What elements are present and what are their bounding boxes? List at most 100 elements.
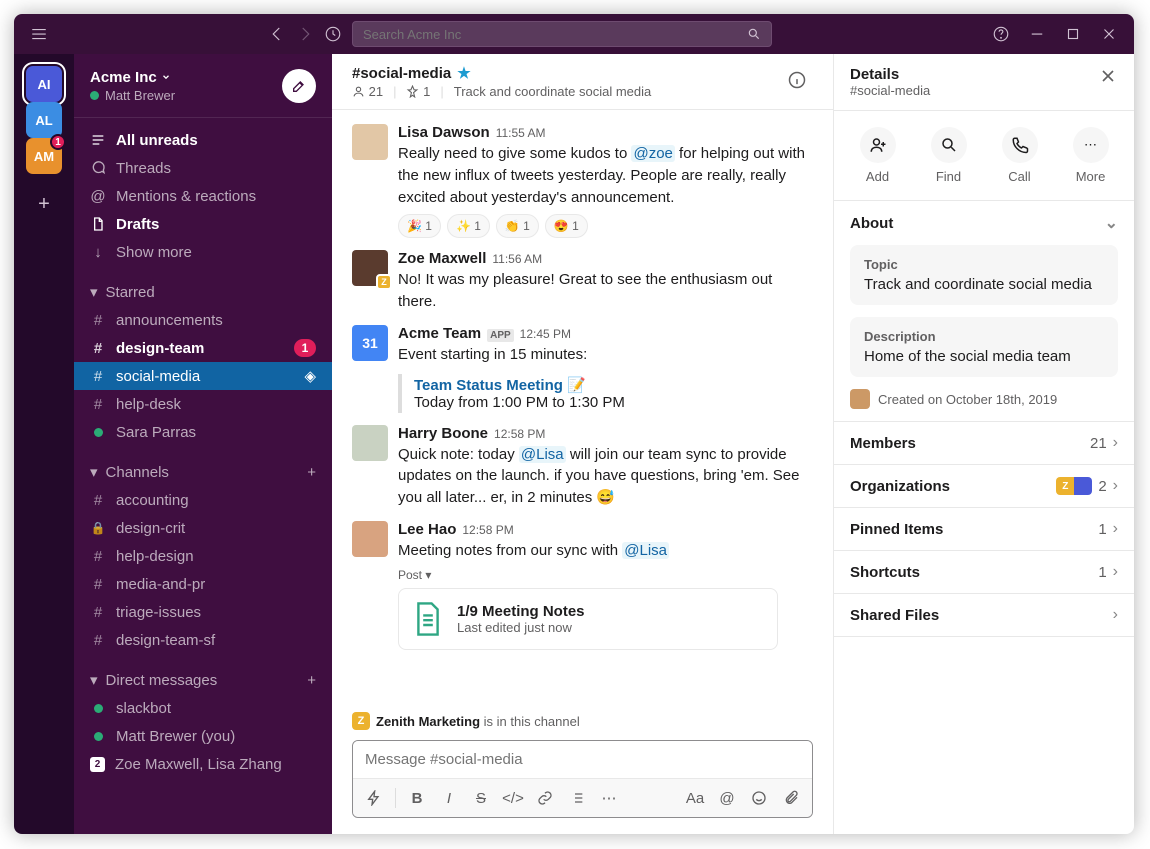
sidebar-item[interactable]: #triage-issues — [74, 598, 332, 626]
nav-drafts[interactable]: Drafts — [74, 210, 332, 238]
text-format-button[interactable]: Aa — [680, 783, 710, 813]
about-section-header[interactable]: About⌄ — [850, 213, 1118, 233]
add-workspace-button[interactable]: + — [26, 186, 62, 222]
message-author[interactable]: Harry Boone — [398, 425, 488, 442]
add-channel-button[interactable]: + — [307, 464, 316, 481]
chevron-right-icon: › — [1113, 477, 1118, 495]
shared-files-row[interactable]: Shared Files› — [850, 606, 1118, 624]
nav-mentions[interactable]: @Mentions & reactions — [74, 182, 332, 210]
message-author[interactable]: Lisa Dawson — [398, 124, 490, 141]
details-call-button[interactable]: Call — [1002, 127, 1038, 184]
window-maximize-icon[interactable] — [1064, 25, 1082, 43]
event-title[interactable]: Team Status Meeting 📝 — [414, 376, 813, 394]
more-formatting-button[interactable]: ⋯ — [594, 783, 624, 813]
sidebar-item[interactable]: 🔒design-crit — [74, 514, 332, 542]
workspace-tile[interactable]: AI — [26, 66, 62, 102]
message-input[interactable] — [353, 741, 812, 778]
members-row[interactable]: Members21› — [850, 434, 1118, 452]
section-dms[interactable]: ▾Direct messages+ — [74, 666, 332, 694]
workspace-tile[interactable]: AL — [26, 102, 62, 138]
user-avatar[interactable] — [352, 124, 388, 160]
channel-title[interactable]: #social-media★ — [352, 64, 651, 82]
search-input-wrap[interactable] — [352, 21, 772, 47]
sidebar-item[interactable]: #help-design — [74, 542, 332, 570]
star-icon[interactable]: ★ — [457, 64, 470, 82]
user-avatar[interactable] — [352, 425, 388, 461]
window-close-icon[interactable] — [1100, 25, 1118, 43]
reaction[interactable]: 👏 1 — [496, 214, 539, 238]
organizations-row[interactable]: OrganizationsZ2› — [850, 477, 1118, 495]
add-dm-button[interactable]: + — [307, 672, 316, 689]
history-forward-icon[interactable] — [296, 25, 314, 43]
message-author[interactable]: Lee Hao — [398, 521, 456, 538]
details-find-button[interactable]: Find — [931, 127, 967, 184]
code-button[interactable]: </> — [498, 783, 528, 813]
current-user[interactable]: Matt Brewer — [90, 88, 175, 103]
nav-all-unreads[interactable]: All unreads — [74, 126, 332, 154]
sidebar-item[interactable]: #media-and-pr — [74, 570, 332, 598]
member-count[interactable]: 21 — [352, 84, 383, 99]
menu-icon[interactable] — [30, 25, 48, 43]
shared-channel-icon: ◈ — [304, 368, 316, 385]
bold-button[interactable]: B — [402, 783, 432, 813]
reaction[interactable]: 🎉 1 — [398, 214, 441, 238]
about-topic[interactable]: Topic Track and coordinate social media — [850, 245, 1118, 305]
shortcuts-row[interactable]: Shortcuts1› — [850, 563, 1118, 581]
italic-button[interactable]: I — [434, 783, 464, 813]
list-button[interactable] — [562, 783, 592, 813]
sidebar-item[interactable]: #social-media◈ — [74, 362, 332, 390]
lightning-icon[interactable] — [359, 783, 389, 813]
reaction[interactable]: 😍 1 — [545, 214, 588, 238]
clock-icon[interactable] — [324, 25, 342, 43]
nav-show-more[interactable]: ↓Show more — [74, 238, 332, 266]
sidebar-item[interactable]: #announcements — [74, 306, 332, 334]
post-label[interactable]: Post ▾ — [398, 568, 813, 582]
message-author[interactable]: Acme Team — [398, 325, 481, 342]
link-button[interactable] — [530, 783, 560, 813]
message: Lisa Dawson 11:55 AMReally need to give … — [352, 124, 813, 238]
reaction[interactable]: ✨ 1 — [447, 214, 490, 238]
attach-button[interactable] — [776, 783, 806, 813]
message-text: Meeting notes from our sync with @Lisa — [398, 540, 813, 562]
about-created: Created on October 18th, 2019 — [850, 389, 1118, 409]
sidebar-item[interactable]: #design-team-sf — [74, 626, 332, 654]
message-author[interactable]: Zoe Maxwell — [398, 250, 486, 267]
sidebar-item[interactable]: slackbot — [74, 694, 332, 722]
file-attachment[interactable]: 1/9 Meeting NotesLast edited just now — [398, 588, 778, 650]
mention[interactable]: @zoe — [631, 145, 674, 162]
help-icon[interactable] — [992, 25, 1010, 43]
workspace-switcher[interactable]: Acme Inc — [90, 69, 175, 86]
close-icon[interactable] — [1098, 66, 1118, 86]
sidebar-item[interactable]: #accounting — [74, 486, 332, 514]
section-starred[interactable]: ▾Starred — [74, 278, 332, 306]
sidebar-item[interactable]: Matt Brewer (you) — [74, 722, 332, 750]
unread-badge: 1 — [50, 134, 66, 150]
search-input[interactable] — [363, 27, 747, 42]
sidebar-item[interactable]: #help-desk — [74, 390, 332, 418]
pin-count[interactable]: 1 — [406, 84, 430, 99]
mention[interactable]: @Lisa — [519, 446, 566, 463]
section-channels[interactable]: ▾Channels+ — [74, 458, 332, 486]
emoji-button[interactable] — [744, 783, 774, 813]
sidebar-item-label: Zoe Maxwell, Lisa Zhang — [115, 756, 282, 773]
strike-button[interactable]: S — [466, 783, 496, 813]
details-more-button[interactable]: ⋯More — [1073, 127, 1109, 184]
sidebar-item[interactable]: 2Zoe Maxwell, Lisa Zhang — [74, 750, 332, 778]
nav-threads[interactable]: Threads — [74, 154, 332, 182]
mention-button[interactable]: @ — [712, 783, 742, 813]
channel-details-button[interactable] — [781, 64, 813, 96]
sidebar-item[interactable]: #design-team1 — [74, 334, 332, 362]
user-avatar[interactable] — [352, 521, 388, 557]
compose-button[interactable] — [282, 69, 316, 103]
workspace-tile[interactable]: AM1 — [26, 138, 62, 174]
user-avatar[interactable]: Z — [352, 250, 388, 286]
sidebar-item[interactable]: Sara Parras — [74, 418, 332, 446]
channel-topic[interactable]: Track and coordinate social media — [454, 84, 652, 99]
about-description[interactable]: Description Home of the social media tea… — [850, 317, 1118, 377]
mention[interactable]: @Lisa — [622, 542, 669, 559]
details-add-button[interactable]: Add — [860, 127, 896, 184]
window-minimize-icon[interactable] — [1028, 25, 1046, 43]
pinned-row[interactable]: Pinned Items1› — [850, 520, 1118, 538]
details-subtitle: #social-media — [850, 83, 930, 98]
history-back-icon[interactable] — [268, 25, 286, 43]
